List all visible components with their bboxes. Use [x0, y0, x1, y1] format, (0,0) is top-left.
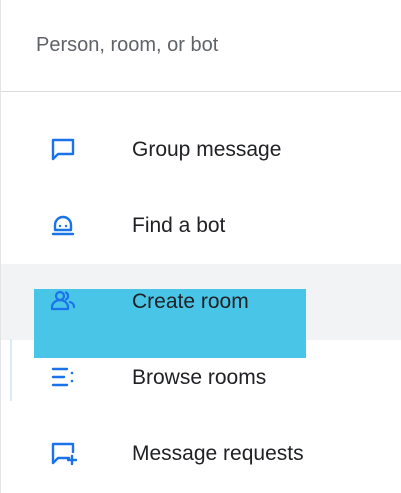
search-row — [1, 0, 401, 92]
menu-item-label: Create room — [132, 290, 249, 313]
menu-item-group-message[interactable]: Group message — [1, 112, 401, 188]
menu-item-message-requests[interactable]: Message requests — [1, 416, 401, 492]
menu-item-find-a-bot[interactable]: Find a bot — [1, 188, 401, 264]
create-room-icon — [49, 287, 77, 315]
menu-item-label: Browse rooms — [132, 366, 267, 389]
new-chat-panel: Group message Find a bot — [0, 0, 401, 493]
menu-item-label: Find a bot — [132, 214, 226, 237]
browse-rooms-icon — [49, 363, 77, 391]
bot-icon — [49, 211, 77, 239]
focus-edge-marker — [10, 339, 12, 401]
search-input[interactable] — [36, 26, 376, 64]
new-chat-menu: Group message Find a bot Create room Bro… — [1, 112, 401, 492]
menu-item-label: Group message — [132, 138, 282, 161]
message-requests-icon — [49, 439, 77, 467]
chat-bubble-icon — [49, 135, 77, 163]
menu-item-label: Message requests — [132, 442, 304, 465]
